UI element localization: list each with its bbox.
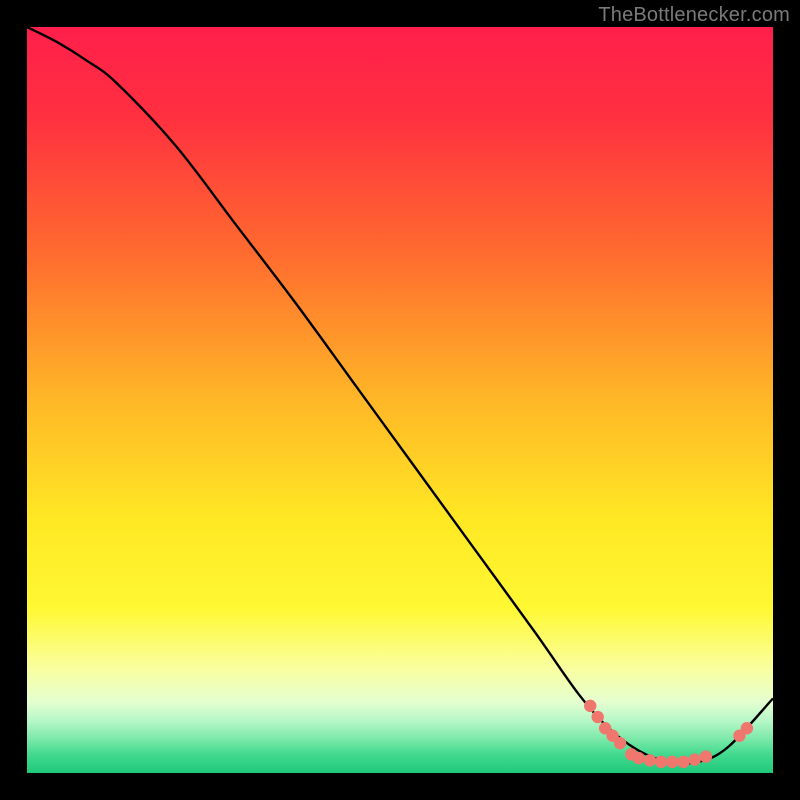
- marker-point: [741, 722, 753, 734]
- marker-point: [688, 753, 700, 765]
- markers-layer: [27, 27, 773, 773]
- chart-stage: TheBottlenecker.com: [0, 0, 800, 800]
- marker-point: [644, 754, 656, 766]
- marker-point: [633, 752, 645, 764]
- attribution-text: TheBottlenecker.com: [598, 4, 790, 27]
- marker-point: [700, 750, 712, 762]
- marker-point: [655, 756, 667, 768]
- marker-point: [677, 756, 689, 768]
- marker-point: [614, 737, 626, 749]
- marker-point: [584, 700, 596, 712]
- plot-area: [27, 27, 773, 773]
- marker-point: [591, 711, 603, 723]
- marker-point: [666, 756, 678, 768]
